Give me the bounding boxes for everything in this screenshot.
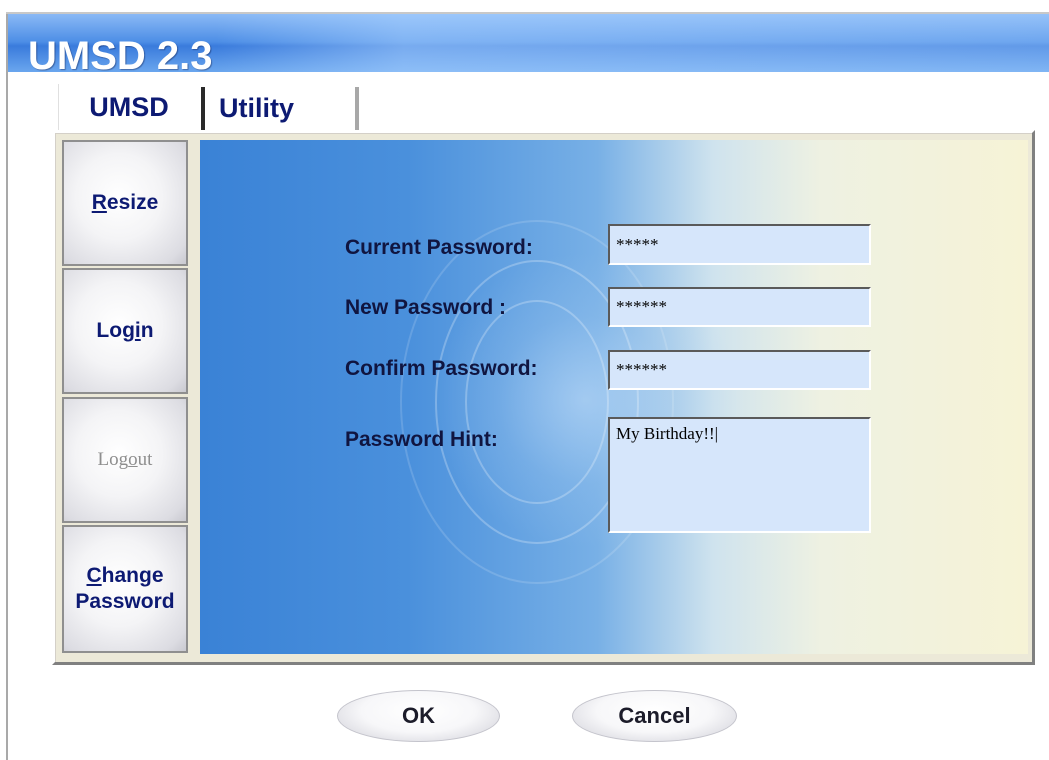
window-frame-left	[6, 14, 8, 760]
app-title: UMSD 2.3	[28, 34, 213, 78]
login-label: Login	[96, 319, 154, 342]
title-bar: UMSD 2.3	[8, 14, 1049, 78]
umsd-window: UMSD 2.3 UMSD Utility Resize Login Logou…	[0, 0, 1049, 760]
ok-button[interactable]: OK	[337, 690, 500, 742]
background-artwork	[200, 140, 1028, 654]
change-password-label: Change Password	[75, 564, 175, 613]
tab-umsd[interactable]: UMSD	[58, 84, 199, 130]
new-password-field[interactable]	[608, 287, 871, 327]
change-password-button[interactable]: Change Password	[62, 525, 188, 653]
login-button[interactable]: Login	[62, 268, 188, 394]
current-password-label: Current Password:	[345, 236, 533, 259]
confirm-password-field[interactable]	[608, 350, 871, 390]
resize-label: Resize	[91, 191, 159, 214]
cancel-button[interactable]: Cancel	[572, 690, 737, 742]
tab-utility[interactable]: Utility	[201, 87, 359, 130]
current-password-field[interactable]	[608, 224, 871, 265]
resize-button[interactable]: Resize	[62, 140, 188, 266]
logout-label: Logout	[97, 449, 153, 470]
password-hint-field[interactable]: My Birthday!!|	[608, 417, 871, 533]
logout-button[interactable]: Logout	[62, 397, 188, 523]
new-password-label: New Password :	[345, 296, 507, 319]
confirm-password-label: Confirm Password:	[345, 357, 538, 380]
password-hint-label: Password Hint:	[345, 428, 498, 451]
